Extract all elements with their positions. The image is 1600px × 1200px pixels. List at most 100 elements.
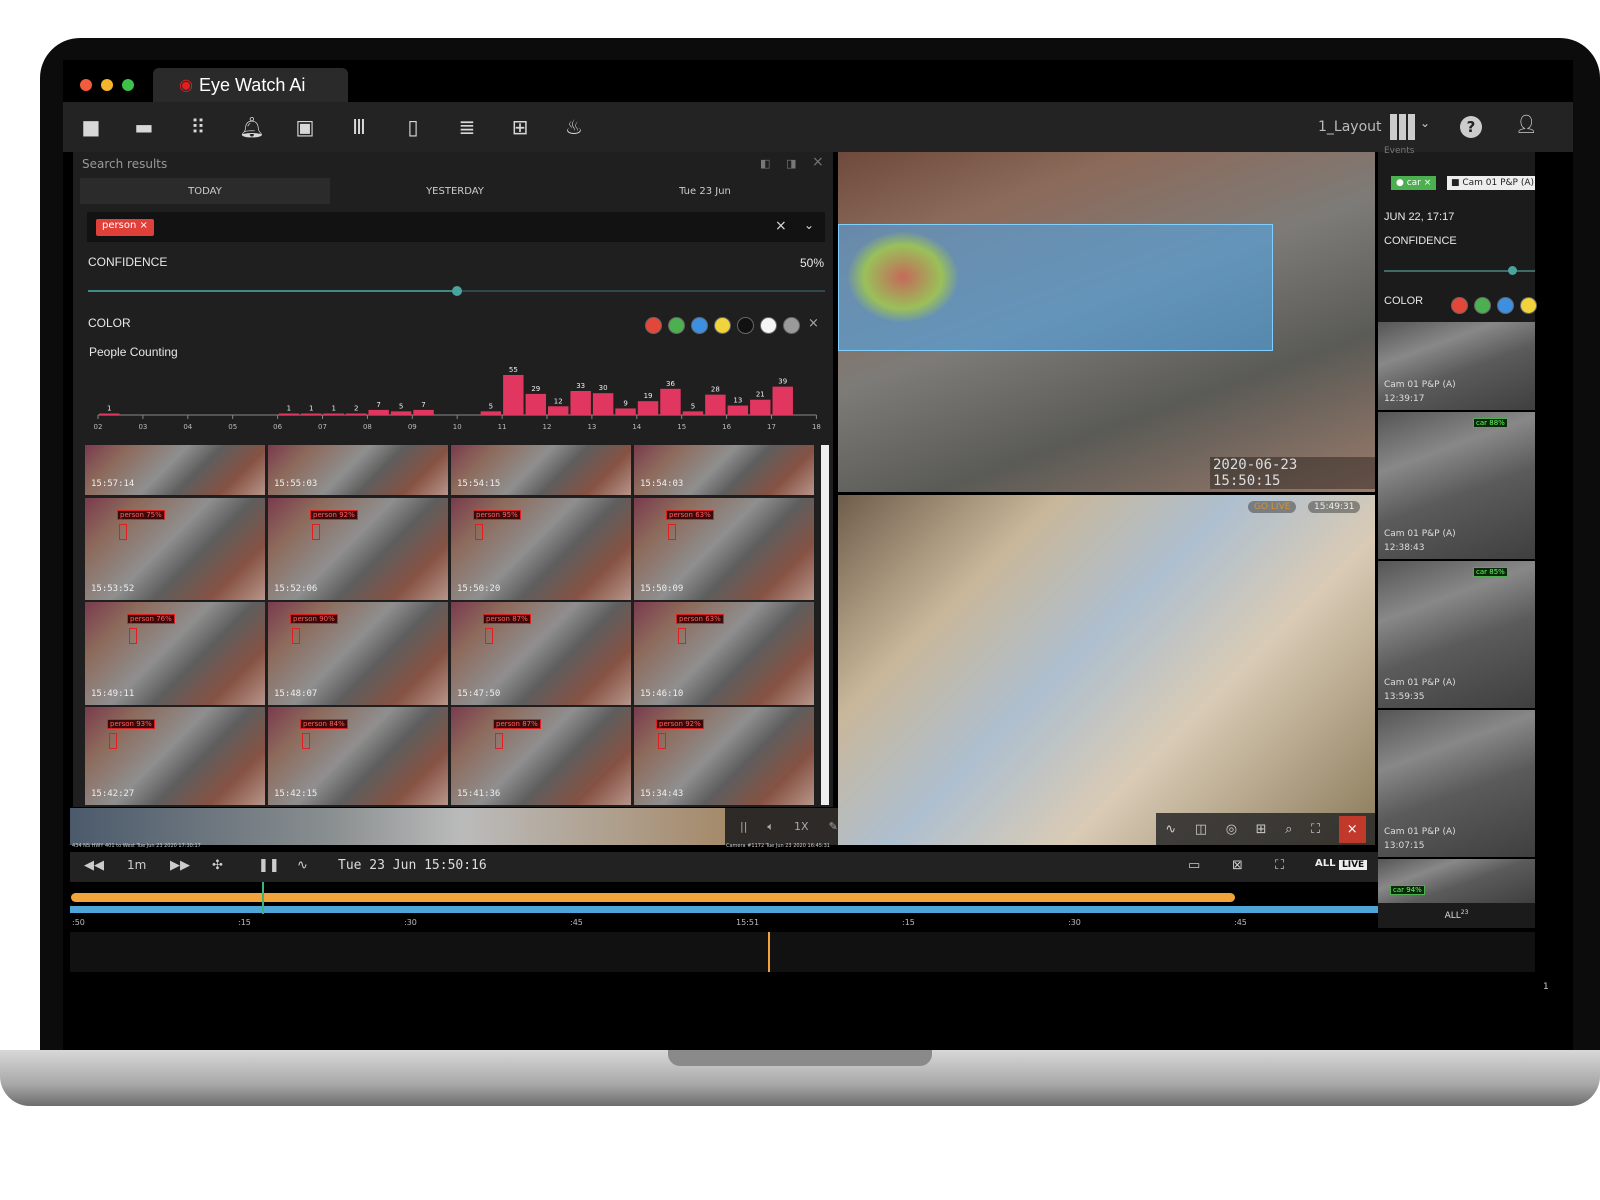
all-button[interactable]: ALL [1315,858,1335,869]
color-swatch[interactable] [1451,297,1468,314]
event-thumbnail[interactable]: Cam 01 P&P (A) 12:38:43 car 88% [1378,412,1535,559]
search-result-thumbnail[interactable]: 15:57:14 [85,445,265,495]
timeline-cursor[interactable] [262,882,265,914]
chart-bar[interactable] [705,394,726,415]
window-minimize-button[interactable] [101,79,113,91]
event-thumbnail[interactable]: Cam 01 P&P (A) 13:07:15 [1378,710,1535,857]
events-all-button[interactable]: ALL23 [1378,903,1535,928]
speaker-icon[interactable]: 🔈︎ [767,820,774,834]
video-feed-store[interactable]: GO LIVE 15:49:31 ∿ ◫ ◎ ⊞ ⌕ ⛶ × [838,495,1375,845]
color-swatch[interactable] [1520,297,1537,314]
search-result-thumbnail[interactable]: 15:42:15 person 84% [268,707,448,805]
chart-bar[interactable] [615,408,636,415]
list-icon[interactable]: ≣ [454,114,480,140]
chart-bar[interactable] [323,413,344,416]
chart-bar[interactable] [750,399,771,415]
search-result-thumbnail[interactable]: 15:34:43 person 92% [634,707,814,805]
color-swatch[interactable] [1474,297,1491,314]
export-icon[interactable]: ⊠ [1232,858,1243,873]
camera-icon[interactable]: ■ [78,114,104,140]
sync-icon[interactable]: ✣ [212,858,223,873]
search-result-thumbnail[interactable]: 15:54:15 [451,445,631,495]
chart-bar[interactable] [548,406,569,415]
panel-expand-icon[interactable]: ◨ [786,157,796,170]
chart-bar[interactable] [368,409,389,415]
color-swatch[interactable] [668,317,685,334]
clear-filter-icon[interactable]: × [775,218,787,234]
speed-button[interactable]: 1X [794,820,809,834]
chart-bar[interactable] [413,409,434,415]
chart-bar[interactable] [570,391,591,415]
bell-icon[interactable]: 🔔︎ [239,114,265,140]
search-result-thumbnail[interactable]: 15:42:27 person 93% [85,707,265,805]
chart-bar[interactable] [503,375,524,415]
camera-strip-left[interactable] [70,808,725,845]
activity-icon[interactable]: ∿ [1165,822,1176,837]
search-result-thumbnail[interactable]: 15:53:52 person 75% [85,498,265,600]
color-swatch[interactable] [760,317,777,334]
chart-bar[interactable] [390,411,412,415]
search-result-thumbnail[interactable]: 15:54:03 [634,445,814,495]
chart-bar[interactable] [99,413,120,416]
snapshot-icon[interactable]: ◎ [1226,822,1237,837]
chart-bar[interactable] [345,413,367,416]
search-result-thumbnail[interactable]: 15:49:11 person 76% [85,602,265,705]
confidence-slider[interactable] [88,286,825,296]
color-swatch[interactable] [645,317,662,334]
fullscreen-icon[interactable]: ⛶ [1275,858,1284,873]
video-feed-entrance[interactable]: 2020-06-23 15:50:15 [838,152,1375,492]
search-result-thumbnail[interactable]: 15:41:36 person 87% [451,707,631,805]
pause-icon[interactable]: || [740,820,747,834]
timeline-progress[interactable] [71,893,1236,902]
tab-today[interactable]: TODAY [80,178,330,204]
map-icon[interactable]: ▯ [400,114,426,140]
go-live-badge[interactable]: GO LIVE [1248,501,1297,513]
slider-handle[interactable] [451,286,462,296]
filter-tag-person[interactable]: person × [96,219,154,236]
help-icon[interactable]: ? [1460,116,1482,138]
event-thumbnail[interactable]: car 94% [1378,859,1535,903]
search-result-thumbnail[interactable]: 15:48:07 person 90% [268,602,448,705]
grid-icon[interactable]: ⠿ [185,114,211,140]
edit-icon[interactable]: ✎ [829,820,838,834]
chart-bar[interactable] [637,401,659,415]
layout-tiles-icon[interactable]: ⊞ [507,114,533,140]
fire-icon[interactable]: ♨ [561,114,587,140]
layout-grid-icon[interactable] [1390,114,1416,140]
film-icon[interactable]: ▭ [1188,858,1200,873]
event-thumbnail[interactable]: Cam 01 P&P (A) 12:39:17 [1378,322,1535,410]
window-close-button[interactable] [80,79,92,91]
event-thumbnail[interactable]: Cam 01 P&P (A) 13:59:35 car 85% [1378,561,1535,708]
fullscreen-icon[interactable]: ⛶ [1311,822,1320,837]
chart-bar[interactable] [682,411,704,415]
search-result-thumbnail[interactable]: 15:52:06 person 92% [268,498,448,600]
search-result-thumbnail[interactable]: 15:46:10 person 63% [634,602,814,705]
close-icon[interactable]: × [1338,815,1366,843]
event-filter-tag-car[interactable]: ● car × [1391,176,1437,190]
remove-tag-icon[interactable]: × [139,220,147,231]
chart-bar[interactable] [592,393,614,415]
window-maximize-button[interactable] [122,79,134,91]
chart-bar[interactable] [301,413,322,416]
step-select[interactable]: 1m [127,858,146,872]
live-button[interactable]: LIVE [1339,860,1368,870]
event-camera-tag[interactable]: ■ Cam 01 P&P (A) [1447,176,1535,190]
color-swatch[interactable] [737,317,754,334]
library-icon[interactable]: Ⅲ [346,114,372,140]
color-swatch[interactable] [783,317,800,334]
search-result-thumbnail[interactable]: 15:50:20 person 95% [451,498,631,600]
chart-bar[interactable] [660,388,681,415]
close-icon[interactable]: × [812,154,824,170]
clear-colors-icon[interactable]: × [808,316,819,331]
scrollbar[interactable] [821,445,829,805]
fast-forward-icon[interactable]: ▶▶ [170,858,190,873]
folder-icon[interactable]: ▬ [131,114,157,140]
rewind-icon[interactable]: ◀◀ [84,858,104,873]
user-icon[interactable]: 👤︎ [1515,114,1538,135]
chart-bar[interactable] [727,405,749,415]
color-swatch[interactable] [691,317,708,334]
app-tab[interactable]: ◉ Eye Watch Ai [153,68,348,102]
search-result-thumbnail[interactable]: 15:50:09 person 63% [634,498,814,600]
layout-name[interactable]: 1_Layout [1318,119,1382,135]
chevron-down-icon[interactable]: ⌄ [1420,116,1430,130]
